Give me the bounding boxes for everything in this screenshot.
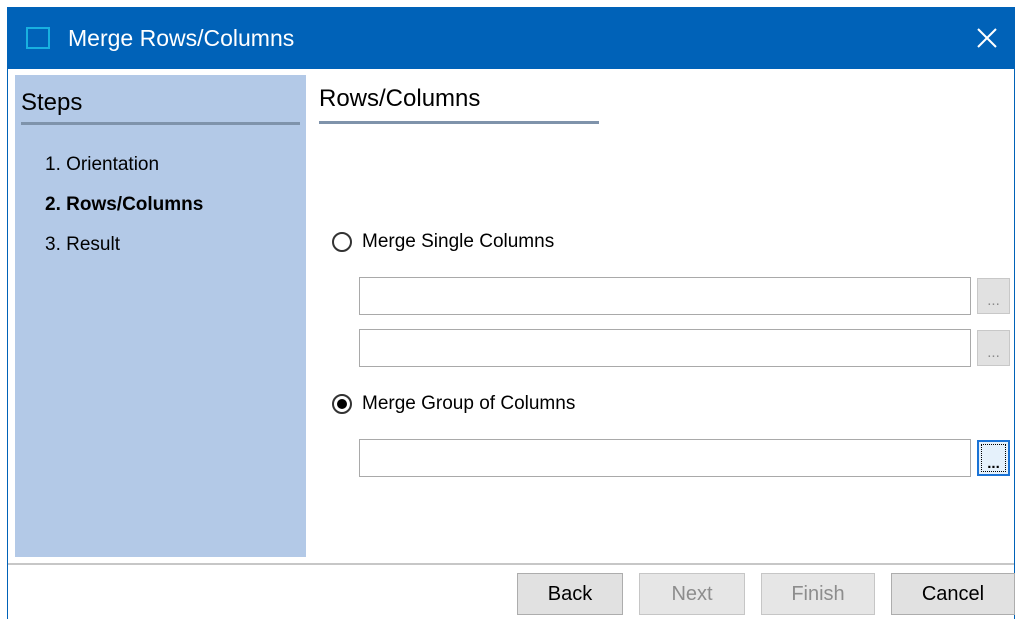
browse-button-1[interactable]: ... [977, 278, 1010, 314]
merge-single-columns-label: Merge Single Columns [362, 231, 555, 252]
single-column-field-1[interactable] [359, 277, 971, 315]
title-bar: Merge Rows/Columns [8, 7, 1014, 69]
merge-group-columns-option[interactable]: Merge Group of Columns [332, 392, 575, 416]
page-title: Rows/Columns [319, 85, 481, 112]
back-button[interactable]: Back [517, 573, 623, 615]
window-title: Merge Rows/Columns [68, 25, 295, 51]
close-icon [977, 28, 997, 48]
merge-single-columns-option[interactable]: Merge Single Columns [332, 230, 554, 254]
browse-button-2[interactable]: ... [977, 330, 1010, 366]
cancel-button[interactable]: Cancel [891, 573, 1015, 615]
finish-button[interactable]: Finish [761, 573, 875, 615]
footer-divider [8, 563, 1014, 565]
group-browse-button[interactable]: ... [977, 440, 1010, 476]
step-result: 3. Result [45, 234, 120, 255]
steps-heading: Steps [21, 89, 83, 116]
single-column-field-2[interactable] [359, 329, 971, 367]
merge-dialog: Merge Rows/Columns Steps 1. Orientation … [7, 7, 1015, 619]
next-button[interactable]: Next [639, 573, 745, 615]
app-window-icon [26, 27, 50, 49]
merge-group-columns-radio[interactable] [332, 394, 352, 414]
group-columns-field[interactable] [359, 439, 971, 477]
radio-selected-dot [337, 399, 347, 409]
steps-divider [21, 122, 300, 125]
title-divider [319, 121, 599, 124]
close-button[interactable] [960, 7, 1014, 69]
merge-group-columns-label: Merge Group of Columns [362, 393, 576, 414]
merge-single-columns-radio[interactable] [332, 232, 352, 252]
steps-panel: Steps 1. Orientation 2. Rows/Columns 3. … [15, 75, 306, 557]
step-rows-columns: 2. Rows/Columns [45, 194, 204, 215]
step-orientation: 1. Orientation [45, 154, 160, 175]
